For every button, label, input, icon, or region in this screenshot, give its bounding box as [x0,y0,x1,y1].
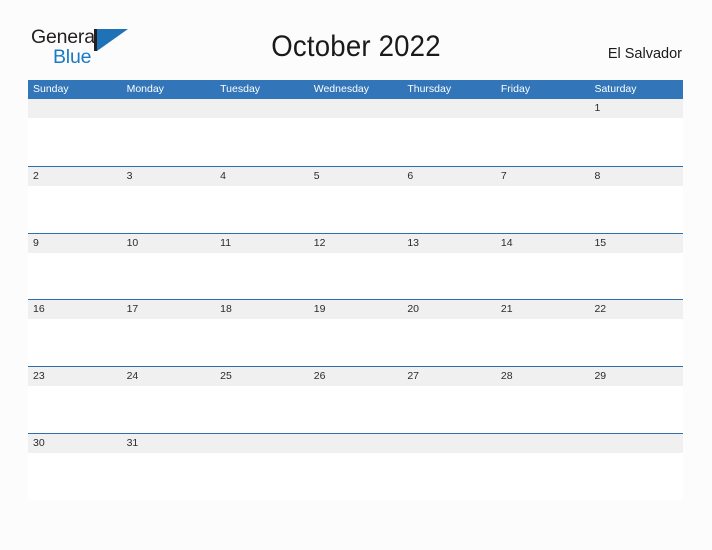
week-date-band: 16 17 18 19 20 21 22 [28,300,683,320]
week-row: 30 31 [28,432,683,500]
day-cell[interactable]: 31 [122,434,216,453]
day-cell[interactable]: 13 [402,234,496,253]
day-cell[interactable]: 27 [402,367,496,386]
weekday-sunday: Sunday [33,83,69,95]
day-cell[interactable]: 15 [589,234,683,253]
week-note-area[interactable] [28,452,683,500]
day-cell[interactable] [215,99,309,118]
week-note-area[interactable] [28,319,683,367]
weekday-thursday: Thursday [407,83,452,95]
week-row: 1 [28,99,683,166]
day-cell[interactable]: 22 [589,300,683,319]
day-cell[interactable]: 12 [309,234,403,253]
week-date-band: 2 3 4 5 6 7 8 [28,166,683,186]
day-cell[interactable] [496,99,590,118]
day-cell[interactable] [402,434,496,453]
country-label: El Salvador [607,46,682,62]
day-cell[interactable]: 24 [122,367,216,386]
day-cell[interactable] [309,99,403,118]
day-cell[interactable]: 10 [122,234,216,253]
day-cell[interactable]: 3 [122,167,216,186]
weekday-saturday: Saturday [594,83,637,95]
day-cell[interactable]: 29 [589,367,683,386]
day-cell[interactable]: 6 [402,167,496,186]
day-cell[interactable]: 26 [309,367,403,386]
week-note-area[interactable] [28,185,683,233]
day-cell[interactable]: 19 [309,300,403,319]
day-cell[interactable]: 20 [402,300,496,319]
day-cell[interactable]: 17 [122,300,216,319]
day-cell[interactable] [589,434,683,453]
day-cell[interactable]: 21 [496,300,590,319]
week-date-band: 1 [28,99,683,118]
week-date-band: 30 31 [28,433,683,453]
day-cell[interactable]: 28 [496,367,590,386]
day-cell[interactable] [215,434,309,453]
day-cell[interactable]: 9 [28,234,122,253]
day-cell[interactable]: 25 [215,367,309,386]
day-cell[interactable]: 23 [28,367,122,386]
week-row: 9 10 11 12 13 14 15 [28,232,683,300]
day-cell[interactable]: 5 [309,167,403,186]
week-row: 2 3 4 5 6 7 8 [28,165,683,233]
day-cell[interactable]: 14 [496,234,590,253]
day-cell[interactable]: 16 [28,300,122,319]
day-cell[interactable]: 2 [28,167,122,186]
week-row: 23 24 25 26 27 28 29 [28,366,683,434]
calendar-page: General Blue October 2022 El Salvador Su… [0,0,712,550]
week-date-band: 9 10 11 12 13 14 15 [28,233,683,253]
day-cell[interactable] [28,99,122,118]
day-cell[interactable] [402,99,496,118]
week-note-area[interactable] [28,386,683,434]
day-cell[interactable]: 18 [215,300,309,319]
day-cell[interactable] [122,99,216,118]
calendar-grid: Sunday Monday Tuesday Wednesday Thursday… [28,80,683,500]
week-row: 16 17 18 19 20 21 22 [28,299,683,367]
day-cell[interactable]: 1 [589,99,683,118]
day-cell[interactable]: 7 [496,167,590,186]
weekday-header-row: Sunday Monday Tuesday Wednesday Thursday… [28,80,683,99]
day-cell[interactable]: 11 [215,234,309,253]
day-cell[interactable] [309,434,403,453]
weekday-tuesday: Tuesday [220,83,261,95]
day-cell[interactable]: 8 [589,167,683,186]
day-cell[interactable]: 4 [215,167,309,186]
weekday-friday: Friday [500,83,531,95]
weekday-monday: Monday [126,83,164,95]
page-header: General Blue October 2022 El Salvador [0,0,712,78]
day-cell[interactable] [496,434,590,453]
day-cell[interactable]: 30 [28,434,122,453]
weekday-wednesday: Wednesday [313,83,369,95]
page-title: October 2022 [271,30,441,63]
week-date-band: 23 24 25 26 27 28 29 [28,367,683,387]
week-note-area[interactable] [28,252,683,300]
week-note-area[interactable] [28,118,683,165]
